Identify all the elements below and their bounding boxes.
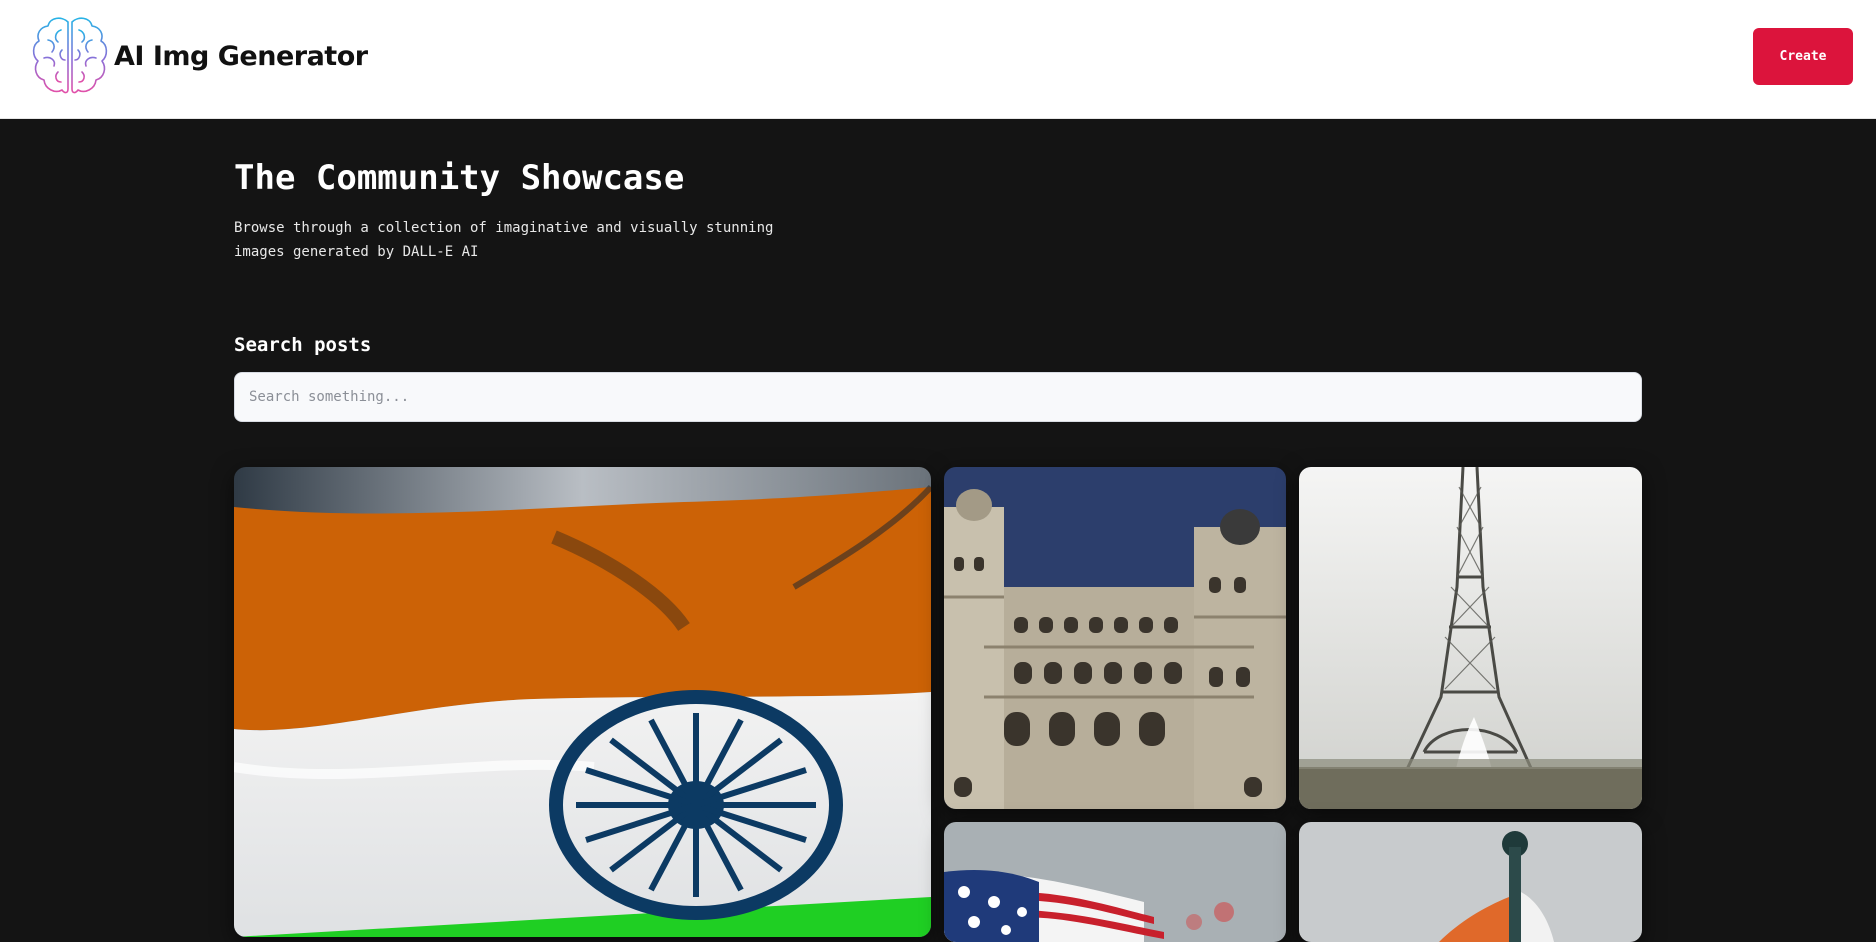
post-card[interactable] (944, 822, 1286, 942)
brand-name: AI Img Generator (114, 40, 368, 72)
brain-icon (32, 17, 108, 94)
page-subtitle: Browse through a collection of imaginati… (234, 220, 774, 260)
post-image (944, 822, 1286, 942)
create-button[interactable]: Create (1753, 28, 1853, 85)
post-image (944, 467, 1286, 809)
post-image (1299, 822, 1642, 942)
post-card[interactable] (1299, 822, 1642, 942)
post-card[interactable] (944, 467, 1286, 809)
post-image (1299, 467, 1642, 809)
search-label: Search posts (234, 334, 372, 356)
brand-link[interactable]: AI Img Generator (28, 14, 368, 98)
search-input[interactable] (234, 372, 1642, 422)
page-title: The Community Showcase (234, 158, 685, 198)
post-image (234, 467, 931, 937)
post-card[interactable] (234, 467, 931, 937)
top-navbar: AI Img Generator Create (0, 0, 1876, 119)
post-card[interactable] (1299, 467, 1642, 809)
